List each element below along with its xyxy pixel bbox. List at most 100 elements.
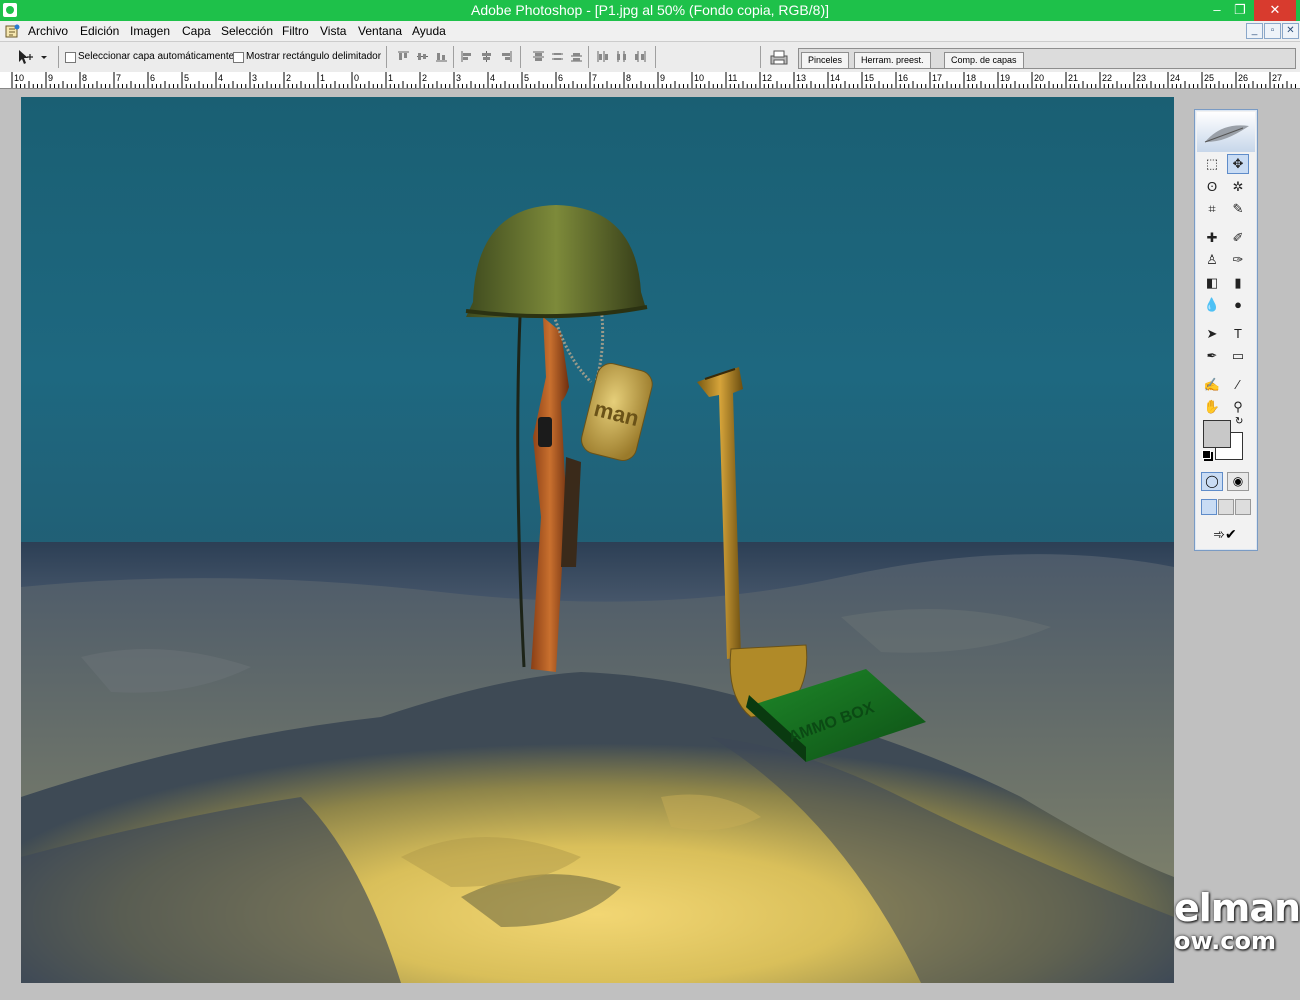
quick-mask-button[interactable]: ◉: [1227, 472, 1249, 491]
distribute-right-icon[interactable]: [633, 51, 646, 62]
menu-vista[interactable]: Vista: [320, 24, 346, 38]
ruler-label: 16: [898, 73, 909, 83]
ruler-label: 20: [1034, 73, 1045, 83]
move-tool-preset-icon[interactable]: [14, 48, 50, 66]
menu-capa[interactable]: Capa: [182, 24, 211, 38]
gradient-icon[interactable]: ▮: [1227, 273, 1249, 293]
ruler-label: 7: [592, 73, 598, 83]
crop-icon[interactable]: ⌗: [1201, 199, 1223, 219]
eyedropper-icon[interactable]: ⁄: [1227, 375, 1249, 395]
ruler-label: 4: [490, 73, 496, 83]
ruler-label: 3: [456, 73, 462, 83]
watermark: elman ow.com: [1174, 888, 1300, 954]
swap-colors-icon[interactable]: ↻: [1235, 416, 1243, 427]
auto-select-label: Seleccionar capa automáticamente: [78, 51, 235, 62]
ruler-label: 9: [660, 73, 666, 83]
ruler-label: 17: [932, 73, 943, 83]
notes-icon[interactable]: ✍: [1201, 375, 1223, 395]
ruler-label: 6: [558, 73, 564, 83]
separator: [453, 46, 454, 68]
auto-select-checkbox[interactable]: [65, 52, 76, 63]
horizontal-ruler[interactable]: 10 9 8 7 6 5 4 3 2 1 0 1 2 3 4 5 6 7 8 9 10 11 12 13 14 15 16 17 18 1…: [0, 72, 1300, 89]
history-brush-icon[interactable]: ✑: [1227, 250, 1249, 270]
menu-edicion[interactable]: Edición: [80, 24, 119, 38]
screen-mode-menu-button[interactable]: [1218, 499, 1234, 515]
screen-mode-standard-button[interactable]: [1201, 499, 1217, 515]
marquee-icon[interactable]: ⬚: [1201, 154, 1223, 174]
menu-seleccion[interactable]: Selección: [221, 24, 273, 38]
align-right-icon[interactable]: [499, 51, 512, 62]
standard-mode-button[interactable]: ◯: [1201, 472, 1223, 491]
tab-comp-de-capas[interactable]: Comp. de capas: [944, 52, 1024, 68]
doc-close-button[interactable]: ✕: [1282, 23, 1299, 39]
show-bounds-checkbox[interactable]: [233, 52, 244, 63]
distribute-top-icon[interactable]: [532, 51, 545, 62]
menu-filtro[interactable]: Filtro: [282, 24, 309, 38]
separator: [760, 46, 761, 68]
tab-herram-preest[interactable]: Herram. preest.: [854, 52, 931, 68]
foreground-color-swatch-top[interactable]: [1203, 420, 1231, 448]
align-top-icon[interactable]: [397, 51, 410, 62]
stamp-icon[interactable]: ♙: [1201, 250, 1223, 270]
restore-button[interactable]: ❐: [1226, 0, 1254, 21]
document-canvas[interactable]: man AMMO BOX: [21, 97, 1174, 983]
path-selection-icon[interactable]: ➤: [1201, 324, 1223, 344]
dodge-icon[interactable]: ●: [1227, 295, 1249, 315]
align-bottom-icon[interactable]: [435, 51, 448, 62]
menu-ayuda[interactable]: Ayuda: [412, 24, 446, 38]
blur-icon[interactable]: 💧: [1201, 295, 1223, 315]
align-vcenter-icon[interactable]: [416, 51, 429, 62]
distribute-hcenter-icon[interactable]: [615, 51, 628, 62]
ruler-label: 11: [728, 73, 738, 83]
document-icon[interactable]: [5, 24, 21, 38]
separator: [655, 46, 656, 68]
ruler-label: 7: [116, 73, 122, 83]
lasso-icon[interactable]: ʘ: [1201, 177, 1223, 197]
watermark-line1: elman: [1174, 886, 1300, 930]
ruler-label: 14: [830, 73, 841, 83]
ruler-label: 25: [1204, 73, 1215, 83]
ruler-label: 15: [864, 73, 875, 83]
healing-brush-icon[interactable]: ✚: [1201, 228, 1223, 248]
ruler-label: 13: [796, 73, 807, 83]
align-hcenter-icon[interactable]: [480, 51, 493, 62]
menu-imagen[interactable]: Imagen: [130, 24, 170, 38]
magic-wand-icon[interactable]: ✲: [1227, 177, 1249, 197]
ruler-label: 5: [524, 73, 530, 83]
jump-to-imageready-button[interactable]: ➾✔: [1203, 524, 1247, 544]
distribute-bottom-icon[interactable]: [570, 51, 583, 62]
ruler-label: 0: [354, 73, 360, 83]
distribute-left-icon[interactable]: [597, 51, 610, 62]
window-title: Adobe Photoshop - [P1.jpg al 50% (Fondo …: [471, 2, 829, 18]
ruler-label: 8: [626, 73, 632, 83]
menu-ventana[interactable]: Ventana: [358, 24, 402, 38]
ruler-label: 10: [694, 73, 705, 83]
default-colors-icon[interactable]: [1202, 450, 1211, 459]
type-icon[interactable]: T: [1227, 324, 1249, 344]
distribute-vcenter-icon[interactable]: [551, 51, 564, 62]
brush-icon[interactable]: ✐: [1227, 228, 1249, 248]
zoom-icon[interactable]: ⚲: [1227, 397, 1249, 417]
ruler-label: 22: [1102, 73, 1113, 83]
ruler-label: 12: [762, 73, 773, 83]
align-left-icon[interactable]: [461, 51, 474, 62]
separator: [58, 46, 59, 68]
screen-mode-full-button[interactable]: [1235, 499, 1251, 515]
close-button[interactable]: ✕: [1254, 0, 1296, 21]
shape-icon[interactable]: ▭: [1227, 346, 1249, 366]
tab-pinceles[interactable]: Pinceles: [801, 52, 850, 68]
slice-icon[interactable]: ✎: [1227, 199, 1249, 219]
menu-archivo[interactable]: Archivo: [28, 24, 68, 38]
separator: [520, 46, 521, 68]
ruler-label: 9: [48, 73, 54, 83]
doc-restore-button[interactable]: ▫: [1264, 23, 1281, 39]
pen-icon[interactable]: ✒: [1201, 346, 1223, 366]
file-browser-icon[interactable]: [768, 50, 790, 66]
ruler-label: 24: [1170, 73, 1181, 83]
eraser-icon[interactable]: ◧: [1201, 273, 1223, 293]
doc-minimize-button[interactable]: _: [1246, 23, 1263, 39]
hand-icon[interactable]: ✋: [1201, 397, 1223, 417]
ruler-label: 8: [82, 73, 88, 83]
toolbox-header[interactable]: [1197, 112, 1255, 152]
move-icon[interactable]: ✥: [1227, 154, 1249, 174]
